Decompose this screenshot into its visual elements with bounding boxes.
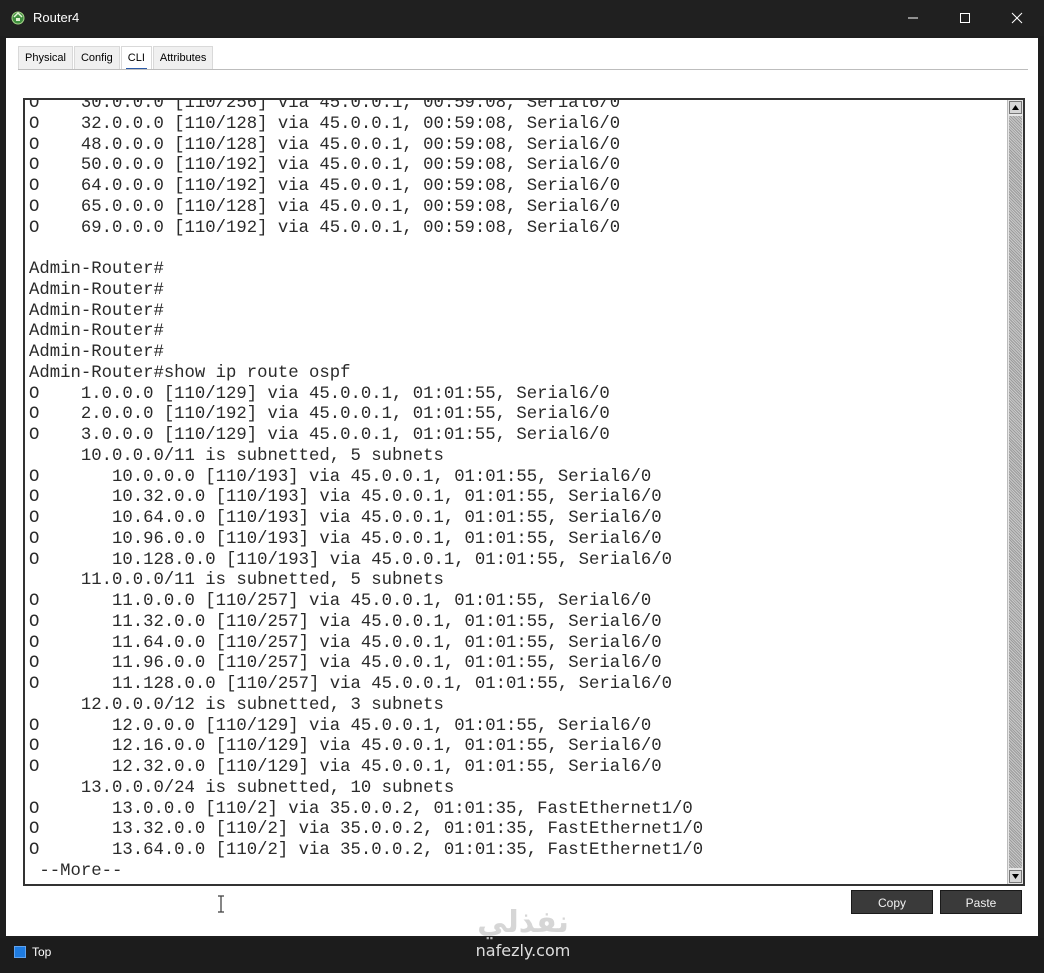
maximize-icon [960,13,970,23]
terminal-line: O 32.0.0.0 [110/128] via 45.0.0.1, 00:59… [29,114,621,134]
terminal-line: Admin-Router#show ip route ospf [29,363,351,383]
cli-terminal[interactable]: O 30.0.0.0 [110/256] via 45.0.0.1, 00:59… [23,98,1025,886]
minimize-button[interactable] [888,0,938,36]
terminal-line: O 11.0.0.0 [110/257] via 45.0.0.1, 01:01… [29,592,652,611]
terminal-line: --More-- [29,861,123,881]
terminal-line: O 10.32.0.0 [110/193] via 45.0.0.1, 01:0… [29,488,662,508]
minimize-icon [908,17,918,19]
tab-attributes[interactable]: Attributes [152,46,214,69]
copy-button[interactable]: Copy [851,890,933,914]
text-cursor-icon [218,895,224,913]
terminal-line: O 64.0.0.0 [110/192] via 45.0.0.1, 00:59… [29,177,621,196]
scroll-down-button[interactable] [1009,870,1022,883]
terminal-line: O 10.0.0.0 [110/193] via 45.0.0.1, 01:01… [29,467,652,487]
terminal-line: Admin-Router# [29,260,164,279]
terminal-line: O 13.0.0.0 [110/2] via 35.0.0.2, 01:01:3… [29,799,693,819]
terminal-line: O 69.0.0.0 [110/192] via 45.0.0.1, 00:59… [29,218,621,238]
terminal-line: O 11.64.0.0 [110/257] via 45.0.0.1, 01:0… [29,633,662,653]
tab-divider [18,69,1028,70]
terminal-line: O 12.16.0.0 [110/129] via 45.0.0.1, 01:0… [29,737,662,757]
title-bar[interactable]: Router4 [0,0,1044,36]
tab-bar: Physical Config CLI Attributes [18,46,214,70]
terminal-line: O 3.0.0.0 [110/129] via 45.0.0.1, 01:01:… [29,426,610,445]
window-client-area: Physical Config CLI Attributes O 30.0.0.… [6,38,1038,936]
terminal-line: Admin-Router# [29,343,164,362]
scroll-track[interactable] [1009,116,1022,868]
terminal-line: 10.0.0.0/11 is subnetted, 5 subnets [29,446,444,466]
arrow-down-icon [1012,874,1019,879]
terminal-line: O 11.96.0.0 [110/257] via 45.0.0.1, 01:0… [29,654,662,674]
terminal-line: O 2.0.0.0 [110/192] via 45.0.0.1, 01:01:… [29,405,610,425]
terminal-line: O 12.0.0.0 [110/129] via 45.0.0.1, 01:01… [29,716,652,736]
terminal-line: Admin-Router# [29,280,164,300]
terminal-line: Admin-Router# [29,322,164,342]
terminal-line: O 1.0.0.0 [110/129] via 45.0.0.1, 01:01:… [29,384,610,404]
terminal-line: 13.0.0.0/24 is subnetted, 10 subnets [29,778,455,798]
paste-button[interactable]: Paste [940,890,1022,914]
tab-physical[interactable]: Physical [18,46,73,69]
terminal-line: O 10.128.0.0 [110/193] via 45.0.0.1, 01:… [29,550,672,570]
terminal-line: Admin-Router# [29,301,164,321]
terminal-line: O 50.0.0.0 [110/192] via 45.0.0.1, 00:59… [29,156,621,176]
top-label: Top [32,945,52,959]
terminal-line: O 13.64.0.0 [110/2] via 35.0.0.2, 01:01:… [29,841,704,860]
terminal-line: O 13.32.0.0 [110/2] via 35.0.0.2, 01:01:… [29,820,704,840]
top-checkbox[interactable] [14,946,26,958]
terminal-line: 11.0.0.0/11 is subnetted, 5 subnets [29,571,444,591]
terminal-line: O 10.96.0.0 [110/193] via 45.0.0.1, 01:0… [29,529,662,549]
terminal-line: O 48.0.0.0 [110/128] via 45.0.0.1, 00:59… [29,135,621,155]
close-icon [1011,12,1023,24]
terminal-line: O 11.32.0.0 [110/257] via 45.0.0.1, 01:0… [29,612,662,632]
close-button[interactable] [992,0,1042,36]
arrow-up-icon [1012,105,1019,110]
maximize-button[interactable] [940,0,990,36]
terminal-line: O 30.0.0.0 [110/256] via 45.0.0.1, 00:59… [29,98,621,113]
router-app-icon [10,9,26,25]
bottom-bar: Top [0,938,1044,973]
terminal-scrollbar[interactable] [1007,100,1023,884]
tab-cli[interactable]: CLI [120,46,152,70]
terminal-line: 12.0.0.0/12 is subnetted, 3 subnets [29,695,444,715]
terminal-line: O 11.128.0.0 [110/257] via 45.0.0.1, 01:… [29,675,672,694]
terminal-output[interactable]: O 30.0.0.0 [110/256] via 45.0.0.1, 00:59… [29,98,704,883]
tab-config[interactable]: Config [73,46,120,69]
terminal-line: O 10.64.0.0 [110/193] via 45.0.0.1, 01:0… [29,509,662,528]
terminal-line: O 12.32.0.0 [110/129] via 45.0.0.1, 01:0… [29,758,662,777]
scroll-up-button[interactable] [1009,101,1022,114]
window-title: Router4 [33,10,80,25]
terminal-line: O 65.0.0.0 [110/128] via 45.0.0.1, 00:59… [29,197,621,217]
router4-window: Router4 Physical Config CLI Attributes O… [0,0,1044,973]
